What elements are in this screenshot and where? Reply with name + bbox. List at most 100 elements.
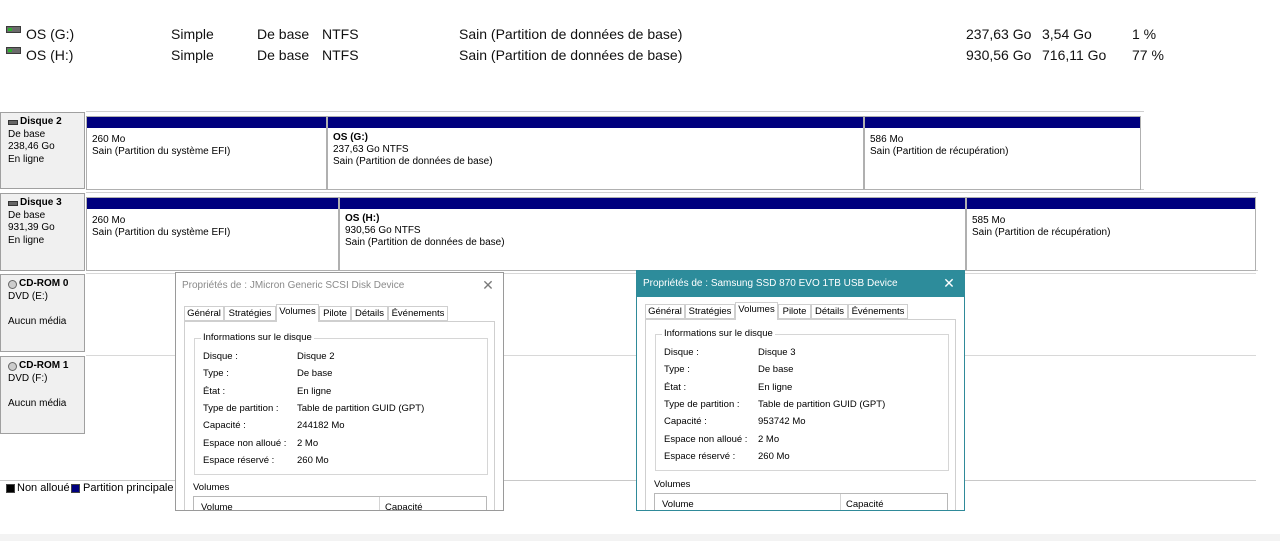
disk-label-2[interactable]: Disque 2 De base 238,46 Go En ligne xyxy=(0,112,85,189)
field-value: 2 Mo xyxy=(758,434,780,445)
partition-size: 585 Mo xyxy=(972,215,1006,226)
drive-icon xyxy=(8,119,18,125)
field-value: Table de partition GUID (GPT) xyxy=(758,399,886,410)
column-header-capacity[interactable]: Capacité xyxy=(841,494,884,510)
disk-state: En ligne xyxy=(8,234,45,246)
field-label: Capacité : xyxy=(664,416,707,427)
tab-details[interactable]: Détails xyxy=(811,304,848,319)
volumes-table-header: Volume Capacité xyxy=(654,493,948,510)
dialog-titlebar[interactable]: Propriétés de : JMicron Generic SCSI Dis… xyxy=(176,273,503,299)
close-icon[interactable]: ✕ xyxy=(940,274,958,292)
cdrom-title: CD-ROM 0 xyxy=(19,278,69,289)
cdrom-drive: DVD (E:) xyxy=(8,290,48,302)
field-value: De base xyxy=(758,364,794,375)
cdrom-label-1[interactable]: CD-ROM 1 DVD (F:) Aucun média xyxy=(0,356,85,434)
field-value: 2 Mo xyxy=(297,438,319,449)
field-value: De base xyxy=(297,368,333,379)
volume-type: De base xyxy=(257,47,310,63)
tab-general[interactable]: Général xyxy=(645,304,685,319)
volume-fs: NTFS xyxy=(322,47,359,63)
tab-volumes[interactable]: Volumes xyxy=(276,304,319,322)
column-header-volume[interactable]: Volume xyxy=(194,497,380,510)
close-icon[interactable]: ✕ xyxy=(479,276,497,294)
disk-strip-3: 260 Mo Sain (Partition du système EFI) O… xyxy=(86,192,1258,271)
dialog-titlebar[interactable]: Propriétés de : Samsung SSD 870 EVO 1TB … xyxy=(637,271,964,297)
field-label: État : xyxy=(664,382,687,393)
group-title: Informations sur le disque xyxy=(662,328,775,339)
column-header-volume[interactable]: Volume xyxy=(655,494,841,510)
partition-efi[interactable]: 260 Mo Sain (Partition du système EFI) xyxy=(86,197,339,271)
field-label: Espace réservé : xyxy=(664,451,736,462)
properties-dialog-jmicron[interactable]: Propriétés de : JMicron Generic SCSI Dis… xyxy=(175,272,504,511)
tab-details[interactable]: Détails xyxy=(351,306,388,321)
tab-driver[interactable]: Pilote xyxy=(319,306,351,321)
partition-name: OS (H:) xyxy=(345,213,380,224)
volume-pct-free: 77 % xyxy=(1132,47,1164,63)
dialog-title: Propriétés de : JMicron Generic SCSI Dis… xyxy=(182,280,405,291)
tab-volumes[interactable]: Volumes xyxy=(735,302,778,320)
legend-swatch-primary xyxy=(71,484,80,493)
volume-name: OS (H:) xyxy=(26,47,74,63)
tab-driver[interactable]: Pilote xyxy=(778,304,811,319)
volume-row[interactable]: OS (H:) Simple De base NTFS Sain (Partit… xyxy=(0,47,1280,67)
partition-recovery[interactable]: 585 Mo Sain (Partition de récupération) xyxy=(966,197,1256,271)
volume-pct-free: 1 % xyxy=(1132,26,1157,42)
field-label: Espace non alloué : xyxy=(664,434,748,445)
field-label: Capacité : xyxy=(203,420,246,431)
legend-label: Non alloué xyxy=(17,482,70,494)
partition-os-g[interactable]: OS (G:) 237,63 Go NTFS Sain (Partition d… xyxy=(327,116,864,190)
volume-status: Sain (Partition de données de base) xyxy=(459,47,683,63)
volumes-label: Volumes xyxy=(193,482,230,493)
tab-events[interactable]: Événements xyxy=(388,306,448,321)
cdrom-title: CD-ROM 1 xyxy=(19,360,69,371)
tab-strip: Général Stratégies Volumes Pilote Détail… xyxy=(645,302,957,320)
field-value: 260 Mo xyxy=(758,451,790,462)
disk-title: Disque 2 xyxy=(20,116,62,127)
partition-status: Sain (Partition de données de base) xyxy=(333,156,493,167)
bottom-band xyxy=(0,511,1280,541)
volume-layout: Simple xyxy=(171,26,214,42)
partition-recovery[interactable]: 586 Mo Sain (Partition de récupération) xyxy=(864,116,1141,190)
legend-swatch-unallocated xyxy=(6,484,15,493)
dialog-title: Propriétés de : Samsung SSD 870 EVO 1TB … xyxy=(643,278,898,289)
partition-status: Sain (Partition de données de base) xyxy=(345,237,505,248)
cdrom-label-0[interactable]: CD-ROM 0 DVD (E:) Aucun média xyxy=(0,274,85,352)
disk-size: 238,46 Go xyxy=(8,141,55,152)
partition-os-h[interactable]: OS (H:) 930,56 Go NTFS Sain (Partition d… xyxy=(339,197,966,271)
disk-label-3[interactable]: Disque 3 De base 931,39 Go En ligne xyxy=(0,193,85,271)
field-value: Table de partition GUID (GPT) xyxy=(297,403,425,414)
tab-strategies[interactable]: Stratégies xyxy=(224,306,276,321)
column-header-capacity[interactable]: Capacité xyxy=(380,497,423,510)
field-label: Type : xyxy=(203,368,229,379)
volume-free: 716,11 Go xyxy=(1042,47,1107,63)
tab-panel: Informations sur le disque Disque : Disqu… xyxy=(184,321,495,510)
partition-status: Sain (Partition du système EFI) xyxy=(92,146,231,157)
disk-type: De base xyxy=(8,128,46,140)
partition-efi[interactable]: 260 Mo Sain (Partition du système EFI) xyxy=(86,116,327,190)
drive-icon xyxy=(8,200,18,206)
partition-size: 260 Mo xyxy=(92,134,126,145)
field-value: 260 Mo xyxy=(297,455,329,466)
disk-title: Disque 3 xyxy=(20,197,62,208)
volume-status: Sain (Partition de données de base) xyxy=(459,26,683,42)
field-label: Type de partition : xyxy=(203,403,279,414)
partition-size: 237,63 Go NTFS xyxy=(333,144,409,155)
field-value: Disque 2 xyxy=(297,351,335,362)
field-label: Type de partition : xyxy=(664,399,740,410)
field-label: Disque : xyxy=(203,351,238,362)
partition-size: 260 Mo xyxy=(92,215,126,226)
field-value: Disque 3 xyxy=(758,347,796,358)
cdrom-media: Aucun média xyxy=(8,316,67,327)
tab-events[interactable]: Événements xyxy=(848,304,908,319)
tab-general[interactable]: Général xyxy=(184,306,224,321)
properties-dialog-samsung[interactable]: Propriétés de : Samsung SSD 870 EVO 1TB … xyxy=(636,270,965,511)
cdrom-media: Aucun média xyxy=(8,398,67,409)
disk-info-group: Informations sur le disque Disque : Disqu… xyxy=(194,332,488,475)
volumes-label: Volumes xyxy=(654,479,691,490)
cdrom-drive: DVD (F:) xyxy=(8,372,48,384)
drive-icon xyxy=(6,47,21,54)
disk-type: De base xyxy=(8,209,46,221)
volume-row[interactable]: OS (G:) Simple De base NTFS Sain (Partit… xyxy=(0,26,1280,46)
partition-size: 930,56 Go NTFS xyxy=(345,225,421,236)
tab-strategies[interactable]: Stratégies xyxy=(685,304,735,319)
